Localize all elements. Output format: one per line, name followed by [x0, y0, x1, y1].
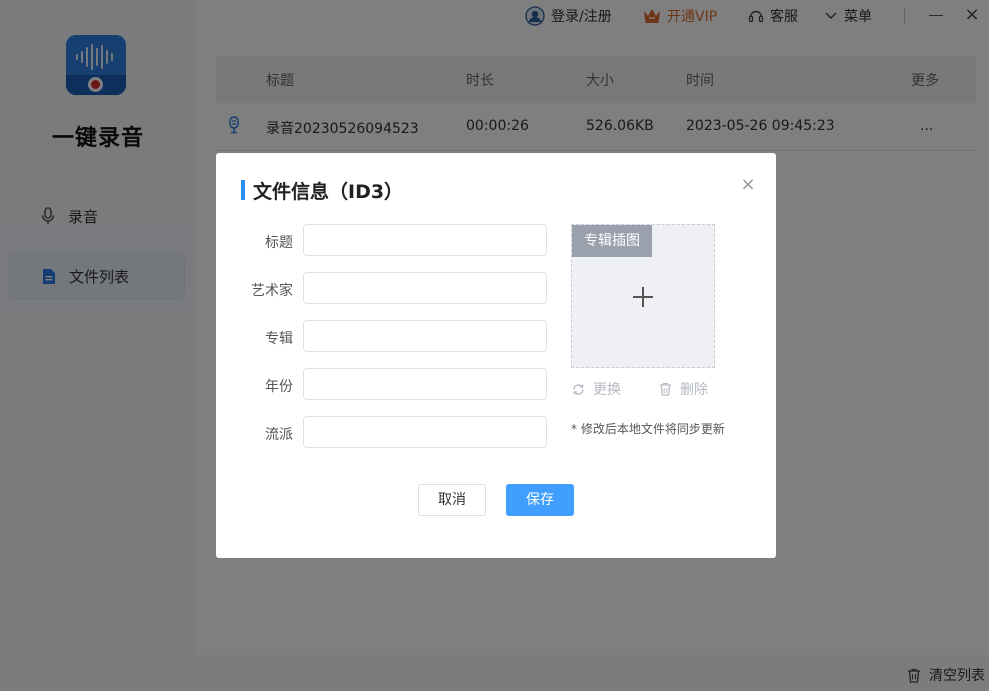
album-art-tag: 专辑插图 [572, 225, 652, 257]
album-input[interactable] [303, 320, 547, 352]
replace-label: 更换 [593, 379, 621, 399]
close-icon[interactable]: × [740, 177, 756, 193]
delete-art-button[interactable]: 删除 [659, 379, 708, 399]
save-button[interactable]: 保存 [506, 484, 574, 516]
id3-info-dialog: 文件信息（ID3） × 标题 艺术家 专辑 年份 流派 专辑插图 更换 删除 *… [216, 153, 776, 558]
genre-label: 流派 [233, 424, 293, 444]
year-label: 年份 [233, 376, 293, 396]
trash-icon [659, 382, 672, 396]
cancel-button[interactable]: 取消 [418, 484, 486, 516]
sync-note: * 修改后本地文件将同步更新 [571, 420, 725, 437]
delete-label: 删除 [680, 379, 708, 399]
album-art-upload[interactable]: 专辑插图 [571, 224, 715, 368]
title-input[interactable] [303, 224, 547, 256]
genre-input[interactable] [303, 416, 547, 448]
album-label: 专辑 [233, 328, 293, 348]
year-input[interactable] [303, 368, 547, 400]
plus-icon [633, 287, 653, 307]
artist-input[interactable] [303, 272, 547, 304]
replace-art-button[interactable]: 更换 [572, 379, 621, 399]
title-label: 标题 [233, 232, 293, 252]
dialog-title: 文件信息（ID3） [241, 179, 403, 201]
refresh-icon [572, 383, 585, 396]
artist-label: 艺术家 [233, 280, 293, 300]
